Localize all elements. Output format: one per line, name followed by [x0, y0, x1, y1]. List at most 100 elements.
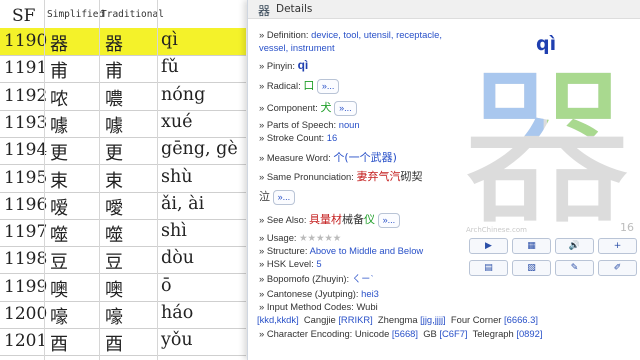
- pinyin-value[interactable]: qì: [298, 58, 309, 72]
- see-also-more-button[interactable]: »...: [377, 213, 401, 229]
- document-button[interactable]: ▤: [469, 260, 508, 276]
- fourcorner-label: Four Corner: [450, 314, 502, 325]
- simplified-character: 器: [50, 34, 68, 55]
- telegraph-label: Telegraph: [472, 328, 514, 339]
- pinyin-cell: shù: [161, 166, 193, 187]
- component-more-button[interactable]: »...: [334, 101, 357, 117]
- table-row[interactable]: 1199 噢噢 ō: [0, 274, 246, 302]
- play-button[interactable]: ▶: [469, 238, 508, 254]
- simplified-character: 噢: [50, 279, 68, 301]
- traditional-character: 噬: [105, 225, 123, 247]
- sf-number: 1192: [4, 85, 48, 106]
- table-row[interactable]: 1197 噬噬 shì: [0, 219, 246, 248]
- zhengma-label: Zhengma: [377, 314, 418, 325]
- character-table: SF Simplified Traditional 1190 器器 qì 1191 甫甫…: [0, 0, 246, 360]
- pinyin-cell: xué: [161, 111, 193, 132]
- table-row[interactable]: 1192 哝 噥 nóng: [0, 83, 246, 111]
- table-row[interactable]: 1195 束束 shù: [0, 165, 246, 193]
- zhengma-code[interactable]: [jjg,jjjj]: [420, 314, 446, 325]
- film-button[interactable]: ▦: [512, 238, 551, 254]
- hsk-value[interactable]: 5: [316, 258, 321, 269]
- table-row[interactable]: 1196 嗳 噯 ǎi, ài: [0, 192, 246, 220]
- input-method-value: Wubi: [356, 301, 378, 312]
- see-also-black[interactable]: 械备: [342, 213, 364, 226]
- sf-number: 1199: [4, 276, 48, 297]
- traditional-character: 器: [105, 34, 123, 55]
- definition-link[interactable]: vessel, instrument: [259, 42, 335, 53]
- see-also-red[interactable]: 具量材: [309, 213, 342, 226]
- definition-label: » Definition:: [259, 29, 309, 40]
- stroke-order-display[interactable]: 器 器 器 ArchChinese.com 16: [462, 62, 640, 238]
- bopomofo-value[interactable]: ㄑㄧˋ: [352, 273, 374, 284]
- see-also-green[interactable]: 仪: [364, 213, 375, 226]
- gb-code[interactable]: [C6F7]: [439, 328, 467, 339]
- radical-value[interactable]: 口: [303, 79, 314, 92]
- sf-number: 1194: [4, 140, 48, 161]
- traditional-character: 酉: [105, 334, 123, 356]
- same-pronunciation-rest[interactable]: 砌契: [400, 170, 422, 183]
- wubi-code[interactable]: [kkd,kkdk]: [257, 314, 299, 325]
- add-icon: +: [613, 241, 622, 251]
- unicode-code[interactable]: [5668]: [392, 328, 418, 339]
- table-row[interactable]: 1194 更更 gēng, gè: [0, 137, 246, 166]
- simplified-character: 酉: [50, 334, 68, 356]
- traditional-character: 更: [105, 143, 123, 165]
- table-row[interactable]: 1198 豆豆 dòu: [0, 246, 246, 275]
- cangjie-label: Cangjie: [303, 314, 336, 325]
- see-also-label: » See Also:: [259, 214, 307, 225]
- table-row[interactable]: 1193 噱噱 xué: [0, 110, 246, 138]
- stroke-row: » Stroke Count: 16: [259, 132, 337, 143]
- same-pronunciation-red[interactable]: 妻弃气汽: [356, 170, 400, 183]
- stroke-value[interactable]: 16: [327, 132, 337, 143]
- image-button[interactable]: ▧: [512, 260, 551, 276]
- component-value[interactable]: 犬: [321, 101, 332, 114]
- measure-value[interactable]: 个(一个武器): [333, 151, 397, 164]
- table-row[interactable]: 1200 嚎嚎 háo: [0, 301, 246, 329]
- simplified-character: 更: [50, 143, 68, 165]
- bopomofo-row: » Bopomofo (Zhuyin): ㄑㄧˋ: [259, 271, 374, 285]
- pos-row: » Parts of Speech: noun: [259, 119, 360, 130]
- pos-label: » Parts of Speech:: [259, 119, 337, 130]
- pinyin-cell: ǎi, ài: [161, 193, 205, 214]
- table-row[interactable]: 1190 器器 qì: [0, 28, 246, 56]
- fourcorner-code[interactable]: [6666.3]: [504, 314, 538, 325]
- brush-icon: ✎: [570, 263, 579, 273]
- definition-link[interactable]: device, tool, utensil, receptacle,: [311, 29, 442, 40]
- edit-icon: ✐: [613, 263, 622, 273]
- pinyin-label: » Pinyin:: [259, 60, 295, 71]
- sf-number: 1190: [4, 31, 48, 51]
- radical-label: » Radical:: [259, 80, 301, 91]
- pos-value[interactable]: noun: [339, 119, 360, 130]
- edit-button[interactable]: ✐: [598, 260, 637, 276]
- simplified-character: 噬: [50, 225, 68, 247]
- bopomofo-label: » Bopomofo (Zhuyin):: [259, 273, 350, 284]
- input-method-row: » Input Method Codes: Wubi: [259, 301, 378, 312]
- cangjie-code[interactable]: [RRIKR]: [338, 314, 372, 325]
- speaker-button[interactable]: 🔊: [555, 238, 594, 254]
- sf-number: 1196: [4, 194, 48, 215]
- stroke-label: » Stroke Count:: [259, 132, 325, 143]
- pinyin-cell: háo: [161, 303, 194, 323]
- structure-label: » Structure:: [259, 245, 308, 256]
- table-row[interactable]: 1191 甫甫 fǔ: [0, 55, 246, 84]
- cantonese-value[interactable]: hei3: [361, 288, 379, 299]
- simplified-character: 甫: [50, 61, 68, 83]
- character-icon: 器: [258, 4, 271, 18]
- same-pronunciation-cont[interactable]: 泣: [259, 190, 270, 203]
- details-panel: 器 Details » Definition: device, tool, ut…: [247, 0, 640, 360]
- header-traditional: Traditional: [101, 9, 164, 20]
- radical-more-button[interactable]: »...: [316, 79, 340, 95]
- brush-button[interactable]: ✎: [555, 260, 594, 276]
- cantonese-label: » Cantonese (Jyutping):: [259, 288, 359, 299]
- add-button[interactable]: +: [598, 238, 637, 254]
- usage-row: » Usage: ★★★★★: [259, 232, 341, 244]
- sf-number: 1198: [4, 249, 48, 270]
- same-pronunciation-more-button[interactable]: »...: [272, 190, 296, 206]
- unicode-label: Unicode: [354, 328, 390, 339]
- traditional-character: 噢: [105, 279, 123, 301]
- structure-value[interactable]: Above to Middle and Below: [310, 245, 424, 256]
- hsk-label: » HSK Level:: [259, 258, 314, 269]
- telegraph-code[interactable]: [0892]: [516, 328, 542, 339]
- traditional-character: 豆: [105, 252, 123, 274]
- table-row[interactable]: 1201 酉酉 yǒu: [0, 328, 246, 357]
